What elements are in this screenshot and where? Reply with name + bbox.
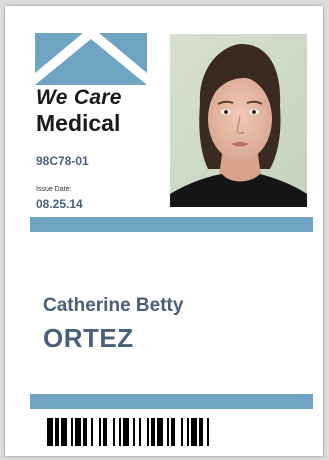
portrait-photo xyxy=(170,34,307,207)
id-badge: We Care Medical 98C78-01 Issue Date: 08.… xyxy=(5,6,323,456)
person-last-name: ORTEZ xyxy=(43,323,134,353)
issue-date-value: 08.25.14 xyxy=(36,197,83,211)
accent-stripe-top xyxy=(30,217,313,232)
brand-name-line1: We Care xyxy=(36,86,122,109)
house-logo-icon xyxy=(35,33,147,85)
issue-date-label: Issue Date: xyxy=(36,186,72,193)
portrait-photo-icon xyxy=(170,34,307,207)
badge-id-number: 98C78-01 xyxy=(36,154,89,168)
accent-stripe-bottom xyxy=(30,394,313,409)
barcode-icon xyxy=(47,418,209,446)
brand-name-line2: Medical xyxy=(36,110,121,136)
person-first-name: Catherine Betty xyxy=(43,295,184,316)
